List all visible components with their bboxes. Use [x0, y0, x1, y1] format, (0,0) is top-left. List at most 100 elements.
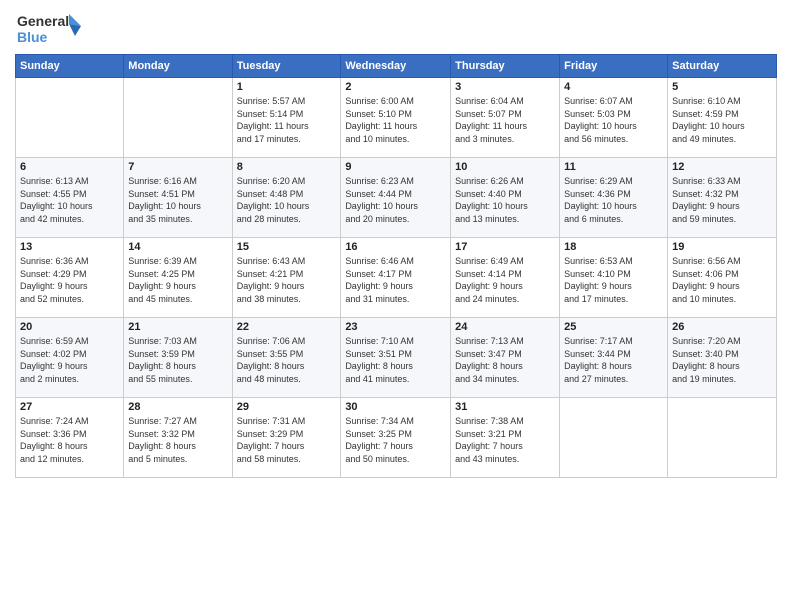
- calendar-cell: 5 Sunrise: 6:10 AMSunset: 4:59 PMDaylight…: [668, 78, 777, 158]
- day-detail: Sunrise: 7:27 AMSunset: 3:32 PMDaylight:…: [128, 415, 227, 465]
- day-number: 16: [345, 241, 446, 253]
- day-detail: Sunrise: 7:24 AMSunset: 3:36 PMDaylight:…: [20, 415, 119, 465]
- calendar-cell: 14 Sunrise: 6:39 AMSunset: 4:25 PMDayligh…: [124, 238, 232, 318]
- day-detail: Sunrise: 5:57 AMSunset: 5:14 PMDaylight:…: [237, 95, 337, 145]
- day-number: 12: [672, 161, 772, 173]
- calendar-week-4: 20 Sunrise: 6:59 AMSunset: 4:02 PMDayligh…: [16, 318, 777, 398]
- calendar-cell: 4 Sunrise: 6:07 AMSunset: 5:03 PMDaylight…: [560, 78, 668, 158]
- day-detail: Sunrise: 7:38 AMSunset: 3:21 PMDaylight:…: [455, 415, 555, 465]
- day-detail: Sunrise: 7:06 AMSunset: 3:55 PMDaylight:…: [237, 335, 337, 385]
- calendar-cell: 9 Sunrise: 6:23 AMSunset: 4:44 PMDaylight…: [341, 158, 451, 238]
- day-detail: Sunrise: 7:31 AMSunset: 3:29 PMDaylight:…: [237, 415, 337, 465]
- calendar-cell: [124, 78, 232, 158]
- day-number: 9: [345, 161, 446, 173]
- weekday-header-wednesday: Wednesday: [341, 55, 451, 78]
- day-detail: Sunrise: 7:34 AMSunset: 3:25 PMDaylight:…: [345, 415, 446, 465]
- calendar-cell: 7Sunrise: 6:16 AMSunset: 4:51 PMDaylight…: [124, 158, 232, 238]
- day-number: 2: [345, 81, 446, 93]
- logo: GeneralBlue: [15, 10, 85, 46]
- day-detail: Sunrise: 7:20 AMSunset: 3:40 PMDaylight:…: [672, 335, 772, 385]
- day-number: 26: [672, 321, 772, 333]
- day-detail: Sunrise: 6:07 AMSunset: 5:03 PMDaylight:…: [564, 95, 663, 145]
- day-detail: Sunrise: 6:53 AMSunset: 4:10 PMDaylight:…: [564, 255, 663, 305]
- logo-icon: GeneralBlue: [15, 10, 85, 46]
- calendar-week-1: 1 Sunrise: 5:57 AMSunset: 5:14 PMDaylight…: [16, 78, 777, 158]
- calendar-cell: 27 Sunrise: 7:24 AMSunset: 3:36 PMDayligh…: [16, 398, 124, 478]
- weekday-header-saturday: Saturday: [668, 55, 777, 78]
- calendar-table: SundayMondayTuesdayWednesdayThursdayFrid…: [15, 54, 777, 478]
- day-detail: Sunrise: 6:59 AMSunset: 4:02 PMDaylight:…: [20, 335, 119, 385]
- calendar-week-3: 13 Sunrise: 6:36 AMSunset: 4:29 PMDayligh…: [16, 238, 777, 318]
- calendar-cell: 31 Sunrise: 7:38 AMSunset: 3:21 PMDayligh…: [451, 398, 560, 478]
- day-number: 6: [20, 161, 119, 173]
- weekday-header-friday: Friday: [560, 55, 668, 78]
- day-detail: Sunrise: 7:17 AMSunset: 3:44 PMDaylight:…: [564, 335, 663, 385]
- day-detail: Sunrise: 7:10 AMSunset: 3:51 PMDaylight:…: [345, 335, 446, 385]
- day-detail: Sunrise: 6:39 AMSunset: 4:25 PMDaylight:…: [128, 255, 227, 305]
- calendar-cell: [560, 398, 668, 478]
- calendar-cell: 13 Sunrise: 6:36 AMSunset: 4:29 PMDayligh…: [16, 238, 124, 318]
- calendar-cell: 11 Sunrise: 6:29 AMSunset: 4:36 PMDayligh…: [560, 158, 668, 238]
- calendar-cell: 26 Sunrise: 7:20 AMSunset: 3:40 PMDayligh…: [668, 318, 777, 398]
- day-number: 5: [672, 81, 772, 93]
- calendar-cell: 16 Sunrise: 6:46 AMSunset: 4:17 PMDayligh…: [341, 238, 451, 318]
- calendar-cell: 30Sunrise: 7:34 AMSunset: 3:25 PMDayligh…: [341, 398, 451, 478]
- day-detail: Sunrise: 6:23 AMSunset: 4:44 PMDaylight:…: [345, 175, 446, 225]
- day-detail: Sunrise: 6:13 AMSunset: 4:55 PMDaylight:…: [20, 175, 119, 225]
- day-number: 14: [128, 241, 227, 253]
- day-number: 31: [455, 401, 555, 413]
- day-detail: Sunrise: 6:20 AMSunset: 4:48 PMDaylight:…: [237, 175, 337, 225]
- calendar-cell: 15Sunrise: 6:43 AMSunset: 4:21 PMDayligh…: [232, 238, 341, 318]
- day-detail: Sunrise: 6:10 AMSunset: 4:59 PMDaylight:…: [672, 95, 772, 145]
- day-detail: Sunrise: 6:36 AMSunset: 4:29 PMDaylight:…: [20, 255, 119, 305]
- day-number: 4: [564, 81, 663, 93]
- calendar-cell: 29 Sunrise: 7:31 AMSunset: 3:29 PMDayligh…: [232, 398, 341, 478]
- day-number: 20: [20, 321, 119, 333]
- day-detail: Sunrise: 7:03 AMSunset: 3:59 PMDaylight:…: [128, 335, 227, 385]
- day-number: 1: [237, 81, 337, 93]
- day-detail: Sunrise: 6:29 AMSunset: 4:36 PMDaylight:…: [564, 175, 663, 225]
- day-number: 22: [237, 321, 337, 333]
- calendar-week-2: 6 Sunrise: 6:13 AMSunset: 4:55 PMDaylight…: [16, 158, 777, 238]
- day-number: 29: [237, 401, 337, 413]
- day-detail: Sunrise: 6:56 AMSunset: 4:06 PMDaylight:…: [672, 255, 772, 305]
- weekday-header-sunday: Sunday: [16, 55, 124, 78]
- day-number: 17: [455, 241, 555, 253]
- calendar-cell: 23 Sunrise: 7:10 AMSunset: 3:51 PMDayligh…: [341, 318, 451, 398]
- day-number: 25: [564, 321, 663, 333]
- day-number: 27: [20, 401, 119, 413]
- day-detail: Sunrise: 6:26 AMSunset: 4:40 PMDaylight:…: [455, 175, 555, 225]
- calendar-cell: 25 Sunrise: 7:17 AMSunset: 3:44 PMDayligh…: [560, 318, 668, 398]
- page-header: GeneralBlue: [15, 10, 777, 46]
- day-number: 23: [345, 321, 446, 333]
- day-detail: Sunrise: 6:46 AMSunset: 4:17 PMDaylight:…: [345, 255, 446, 305]
- calendar-cell: 1 Sunrise: 5:57 AMSunset: 5:14 PMDaylight…: [232, 78, 341, 158]
- day-detail: Sunrise: 7:13 AMSunset: 3:47 PMDaylight:…: [455, 335, 555, 385]
- day-detail: Sunrise: 6:16 AMSunset: 4:51 PMDaylight:…: [128, 175, 227, 225]
- day-number: 19: [672, 241, 772, 253]
- calendar-cell: 21 Sunrise: 7:03 AMSunset: 3:59 PMDayligh…: [124, 318, 232, 398]
- weekday-header-row: SundayMondayTuesdayWednesdayThursdayFrid…: [16, 55, 777, 78]
- day-number: 3: [455, 81, 555, 93]
- day-detail: Sunrise: 6:00 AMSunset: 5:10 PMDaylight:…: [345, 95, 446, 145]
- calendar-cell: [668, 398, 777, 478]
- day-number: 28: [128, 401, 227, 413]
- day-number: 13: [20, 241, 119, 253]
- calendar-cell: 10 Sunrise: 6:26 AMSunset: 4:40 PMDayligh…: [451, 158, 560, 238]
- day-detail: Sunrise: 6:04 AMSunset: 5:07 PMDaylight:…: [455, 95, 555, 145]
- day-number: 21: [128, 321, 227, 333]
- calendar-week-5: 27 Sunrise: 7:24 AMSunset: 3:36 PMDayligh…: [16, 398, 777, 478]
- weekday-header-tuesday: Tuesday: [232, 55, 341, 78]
- calendar-cell: [16, 78, 124, 158]
- day-number: 10: [455, 161, 555, 173]
- day-number: 24: [455, 321, 555, 333]
- calendar-cell: 3 Sunrise: 6:04 AMSunset: 5:07 PMDaylight…: [451, 78, 560, 158]
- day-number: 11: [564, 161, 663, 173]
- calendar-cell: 6 Sunrise: 6:13 AMSunset: 4:55 PMDaylight…: [16, 158, 124, 238]
- weekday-header-monday: Monday: [124, 55, 232, 78]
- day-detail: Sunrise: 6:43 AMSunset: 4:21 PMDaylight:…: [237, 255, 337, 305]
- calendar-cell: 19 Sunrise: 6:56 AMSunset: 4:06 PMDayligh…: [668, 238, 777, 318]
- svg-text:General: General: [17, 13, 69, 29]
- calendar-cell: 18Sunrise: 6:53 AMSunset: 4:10 PMDayligh…: [560, 238, 668, 318]
- day-detail: Sunrise: 6:49 AMSunset: 4:14 PMDaylight:…: [455, 255, 555, 305]
